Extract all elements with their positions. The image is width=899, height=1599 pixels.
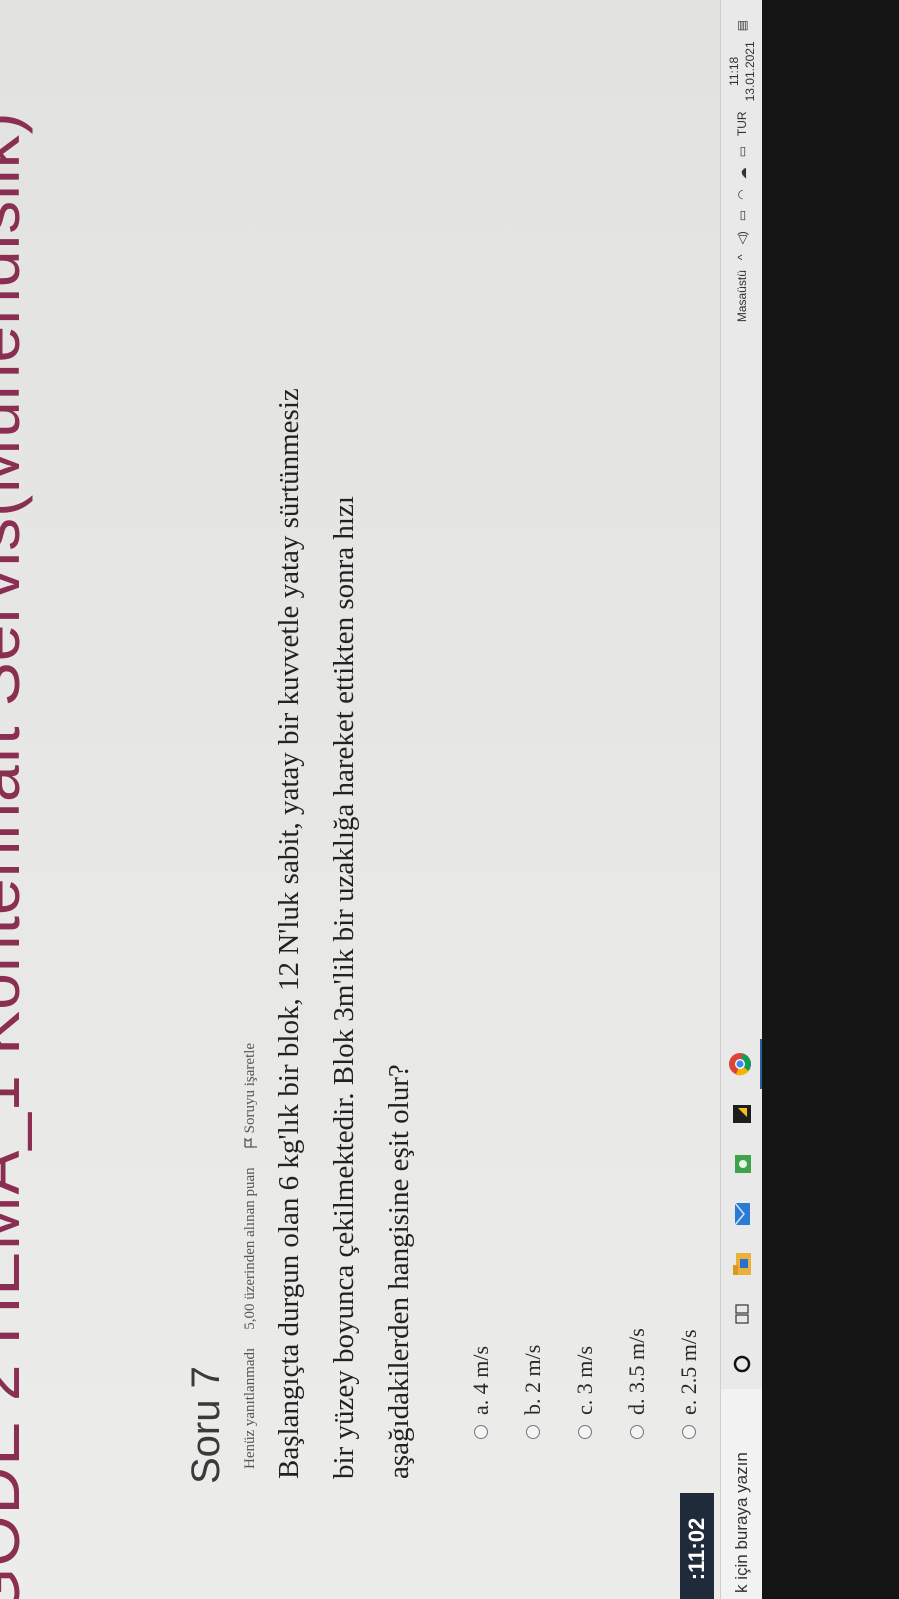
flag-icon — [243, 1138, 257, 1148]
taskbar-search-input[interactable]: k için buraya yazın — [721, 1389, 762, 1599]
cortana-icon[interactable] — [721, 1339, 763, 1389]
flag-question-button[interactable]: Soruyu işaretle — [242, 1043, 259, 1149]
quiz-page: GODE 2 HEMA_1 Kontenhaft Servis(Muhendis… — [0, 0, 720, 1599]
system-tray: Masaüstü ^ ◁) ▭ ◠ ☁ ▭ TUR 11:18 13.01.20… — [721, 20, 762, 322]
answer-label: d. 3.5 m/s — [624, 1328, 649, 1415]
question-meta: Henüz yanıtlanmadı 5,00 üzerinden alınan… — [242, 1043, 259, 1469]
notification-icon[interactable]: ▤ — [735, 20, 749, 31]
clock-time: 11:18 — [727, 56, 741, 86]
question-heading: Soru 7 — [184, 1366, 228, 1484]
language-indicator[interactable]: TUR — [735, 111, 749, 136]
answer-option-a[interactable]: a. 4 m/s — [455, 1328, 507, 1439]
answer-options: a. 4 m/s b. 2 m/s c. 3 m/s d. 3.5 m/s e.… — [455, 1328, 715, 1439]
radio-button[interactable] — [630, 1425, 644, 1439]
question-points: 5,00 üzerinden alınan puan — [242, 1167, 258, 1330]
timer-chip: :11:02 — [680, 1493, 714, 1599]
file-explorer-icon[interactable] — [721, 1239, 763, 1289]
store-icon[interactable] — [721, 1139, 763, 1189]
answer-label: b. 2 m/s — [520, 1344, 545, 1415]
chevron-up-icon[interactable]: ^ — [735, 254, 749, 260]
answer-option-d[interactable]: d. 3.5 m/s — [611, 1328, 663, 1439]
flag-question-label: Soruyu işaretle — [242, 1042, 258, 1134]
screen: GODE 2 HEMA_1 Kontenhaft Servis(Muhendis… — [0, 0, 762, 1599]
answer-label: a. 4 m/s — [468, 1345, 493, 1415]
clock[interactable]: 11:18 13.01.2021 — [726, 41, 758, 101]
question-text-line: bir yüzey boyunca çekilmektedir. Blok 3m… — [328, 496, 360, 1479]
volume-icon[interactable]: ◁) — [735, 231, 749, 244]
question-status: Henüz yanıtlanmadı — [242, 1347, 258, 1469]
clock-date: 13.01.2021 — [743, 41, 757, 102]
question-text: Başlangıçta durgun olan 6 kg'lık bir blo… — [262, 39, 427, 1479]
question-text-line: Başlangıçta durgun olan 6 kg'lık bir blo… — [273, 388, 305, 1479]
radio-button[interactable] — [474, 1425, 488, 1439]
network-icon[interactable]: ◠ — [735, 189, 749, 199]
desktop-label[interactable]: Masaüstü — [735, 270, 749, 322]
radio-button[interactable] — [526, 1425, 540, 1439]
answer-option-b[interactable]: b. 2 m/s — [507, 1328, 559, 1439]
taskbar: k için buraya yazın Masaüstü ^ ◁) ▭ ◠ ☁ … — [720, 0, 762, 1599]
keyboard-icon[interactable]: ▭ — [735, 146, 749, 157]
app-icon[interactable] — [721, 1089, 763, 1139]
answer-label: c. 3 m/s — [572, 1345, 597, 1415]
chrome-icon[interactable] — [720, 1039, 762, 1089]
answer-option-c[interactable]: c. 3 m/s — [559, 1328, 611, 1439]
task-view-icon[interactable] — [721, 1289, 763, 1339]
answer-label: e. 2.5 m/s — [676, 1329, 701, 1415]
radio-button[interactable] — [682, 1425, 696, 1439]
mail-icon[interactable] — [721, 1189, 763, 1239]
question-text-line: aşağıdakilerden hangisine eşit olur? — [383, 1064, 415, 1479]
radio-button[interactable] — [578, 1425, 592, 1439]
course-title: GODE 2 HEMA_1 Kontenhaft Servis(Muhendis… — [0, 111, 33, 1599]
answer-option-e[interactable]: e. 2.5 m/s — [663, 1328, 715, 1439]
onedrive-icon[interactable]: ☁ — [735, 167, 749, 179]
battery-icon[interactable]: ▭ — [735, 210, 749, 221]
